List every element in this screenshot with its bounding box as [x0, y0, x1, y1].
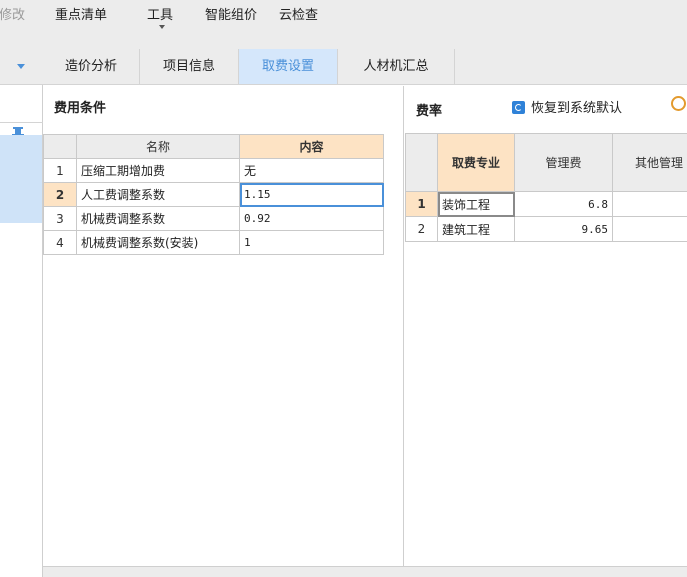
condition-value-cell[interactable]: 无 [239, 158, 384, 183]
tab-bar: 造价分析 项目信息 取费设置 人材机汇总 [43, 49, 687, 85]
table-header-row: 名称 内容 [43, 134, 384, 159]
dropdown-arrow-icon[interactable] [17, 64, 25, 69]
restore-icon [512, 101, 525, 114]
fee-rate-table: 取费专业 管理费 其他管理 1 装饰工程 6.8 2 建筑工程 9.65 [405, 133, 687, 242]
condition-name-cell[interactable]: 机械费调整系数 [76, 206, 240, 231]
table-row[interactable]: 1 压缩工期增加费 无 [43, 158, 384, 183]
condition-name-cell[interactable]: 人工费调整系数 [76, 182, 240, 207]
top-toolbar: 修改 重点清单 工具 智能组价 云检查 [0, 0, 687, 49]
tab-labor-material-summary[interactable]: 人材机汇总 [338, 49, 455, 84]
restore-default-button[interactable]: 恢复到系统默认 [512, 97, 622, 116]
condition-value-cell[interactable]: 1 [239, 230, 384, 255]
left-strip-selected-item[interactable] [0, 135, 42, 223]
left-strip-header [0, 49, 43, 85]
condition-value-input[interactable]: 1.15 [239, 182, 384, 207]
fee-conditions-table: 名称 内容 1 压缩工期增加费 无 2 人工费调整系数 1.15 3 机械费调整… [43, 134, 384, 255]
major-cell[interactable]: 建筑工程 [437, 216, 515, 242]
condition-name-cell[interactable]: 压缩工期增加费 [76, 158, 240, 183]
column-header-management-fee[interactable]: 管理费 [514, 133, 613, 192]
row-number: 4 [43, 230, 77, 255]
restore-default-label: 恢复到系统默认 [531, 101, 623, 116]
column-header-content[interactable]: 内容 [239, 134, 384, 159]
management-fee-cell[interactable]: 6.8 [514, 191, 613, 217]
major-cell[interactable]: 装饰工程 [437, 191, 515, 217]
left-strip-divider [0, 122, 43, 123]
toolbar-cloud-check-button[interactable]: 云检查 [279, 4, 318, 23]
condition-value-cell[interactable]: 0.92 [239, 206, 384, 231]
corner-header-cell [405, 133, 438, 192]
management-fee-cell[interactable]: 9.65 [514, 216, 613, 242]
toolbar-modify-button[interactable]: 修改 [0, 4, 25, 23]
column-header-other-management[interactable]: 其他管理 [612, 133, 687, 192]
toolbar-tools-button[interactable]: 工具 [147, 4, 173, 23]
tab-project-info[interactable]: 项目信息 [140, 49, 239, 84]
row-number: 3 [43, 206, 77, 231]
tab-cost-analysis[interactable]: 造价分析 [43, 49, 140, 84]
column-header-major[interactable]: 取费专业 [437, 133, 515, 192]
row-number: 2 [43, 182, 77, 207]
fee-conditions-panel: 费用条件 名称 内容 1 压缩工期增加费 无 2 人工费调整系数 1.15 3 … [43, 86, 404, 566]
row-number: 1 [43, 158, 77, 183]
other-management-cell[interactable] [612, 216, 687, 242]
column-header-name[interactable]: 名称 [76, 134, 240, 159]
condition-name-cell[interactable]: 机械费调整系数(安装) [76, 230, 240, 255]
row-number: 1 [405, 191, 438, 217]
settings-circle-icon[interactable] [671, 96, 686, 111]
left-navigation-strip [0, 49, 43, 577]
fee-rate-title: 费率 [416, 104, 443, 119]
table-row[interactable]: 2 建筑工程 9.65 [405, 216, 687, 242]
bottom-status-strip [43, 566, 687, 577]
toolbar-key-list-button[interactable]: 重点清单 [55, 4, 107, 23]
row-number: 2 [405, 216, 438, 242]
tab-fee-settings[interactable]: 取费设置 [239, 49, 338, 84]
toolbar-smart-pricing-button[interactable]: 智能组价 [205, 4, 257, 23]
table-row[interactable]: 2 人工费调整系数 1.15 [43, 182, 384, 207]
corner-header-cell [43, 134, 77, 159]
tools-dropdown-caret-icon[interactable] [159, 25, 165, 29]
table-row[interactable]: 3 机械费调整系数 0.92 [43, 206, 384, 231]
other-management-cell[interactable] [612, 191, 687, 217]
fee-rate-panel: 费率 恢复到系统默认 取费专业 管理费 其他管理 1 装饰工程 6.8 2 建筑… [405, 86, 687, 566]
table-header-row: 取费专业 管理费 其他管理 [405, 133, 687, 192]
table-row[interactable]: 4 机械费调整系数(安装) 1 [43, 230, 384, 255]
fee-conditions-title: 费用条件 [54, 101, 107, 116]
table-row[interactable]: 1 装饰工程 6.8 [405, 191, 687, 217]
